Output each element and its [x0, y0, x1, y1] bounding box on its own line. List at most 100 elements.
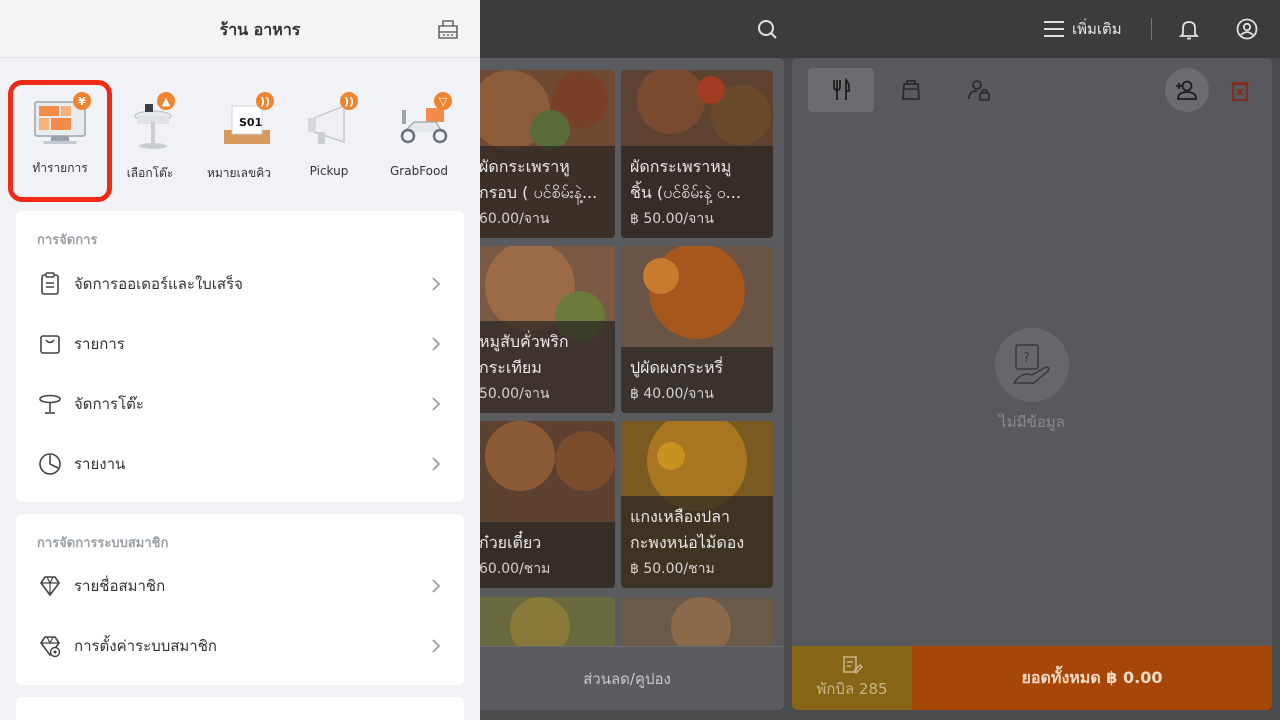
item-name: หมูสับคั่วพริก: [479, 332, 569, 351]
account-icon[interactable]: [1236, 18, 1258, 40]
shortcut-label: ทำรายการ: [32, 161, 88, 175]
menu-item-member-settings[interactable]: การตั้งค่าระบบสมาชิก: [16, 616, 464, 676]
more-label: เพิ่มเติม: [1072, 20, 1122, 38]
menu-item-card[interactable]: ก๋วยเตี๋ยว 60.00/ชาม: [470, 421, 615, 588]
shortcut-queue-number[interactable]: S01 )) หมายเลขคิว: [194, 92, 284, 188]
takeaway-bag-icon: [902, 80, 920, 100]
next-section-card: [16, 697, 464, 720]
queue-ticket-icon: S01 )): [204, 92, 274, 152]
menu-item-card[interactable]: ผัดกระเพราหู กรอบ ( ပင်စိမ်းနဲ့... 60.00…: [470, 70, 615, 238]
store-name: ร้าน อาหาร: [219, 20, 301, 39]
pie-chart-icon: [39, 453, 61, 475]
tab-takeaway[interactable]: [878, 68, 944, 112]
tab-member-order[interactable]: [946, 68, 1012, 112]
checkout-total-button[interactable]: ยอดทั้งหมด ฿ 0.00: [912, 646, 1272, 710]
megaphone-icon: )): [294, 92, 364, 152]
item-price: 60.00/จาน: [479, 211, 550, 227]
item-price: ฿ 50.00/ชาม: [630, 561, 715, 577]
divider: [1151, 18, 1152, 40]
shortcut-badge: ▽: [434, 92, 452, 110]
section-title: การจัดการระบบสมาชิก: [37, 536, 169, 551]
empty-state-text: ไม่มีข้อมูล: [999, 413, 1065, 431]
clipboard-icon: [41, 272, 59, 295]
menu-item-label: จัดการออเดอร์และใบเสร็จ: [74, 275, 243, 293]
menu-item-card[interactable]: หมูสับคั่วพริก กระเทียม 50.00/จาน: [470, 246, 615, 413]
menu-item-card[interactable]: ปูผัดผงกระหรี่ ฿ 40.00/จาน: [621, 246, 773, 413]
side-drawer: ร้าน อาหาร ¥ ทำรายการ ▲ เลือกโต๊ะ S01))…: [0, 0, 480, 720]
discount-coupon-button[interactable]: ส่วนลด/คูปอง: [470, 646, 784, 710]
menu-item-card[interactable]: ผัดกระเพราหมู ชิ้น (ပင်စိမ်းနဲ့ ဝ... ฿ 5…: [621, 70, 773, 238]
table-icon: [39, 394, 61, 414]
search-icon[interactable]: [756, 18, 778, 40]
shortcut-badge: ¥: [73, 92, 91, 110]
delivery-scooter-icon: ▽: [384, 92, 454, 152]
shopping-bag-icon: [40, 335, 60, 354]
membership-card: การจัดการระบบสมาชิก รายชื่อสมาชิก การตั้…: [16, 514, 464, 685]
add-user-icon: [1176, 80, 1197, 100]
item-name-2: กะพงหน่อไม้ดอง: [630, 533, 745, 552]
menu-item-label: รายการ: [74, 335, 125, 353]
hold-bill-button[interactable]: พักบิล 285: [792, 646, 912, 710]
receipt-edit-icon: [843, 656, 863, 674]
menu-item-label: รายงาน: [74, 455, 126, 473]
user-lock-icon: [968, 80, 990, 101]
empty-box-hand-icon: ?: [1012, 344, 1050, 384]
section-title: การจัดการ: [37, 233, 98, 248]
trash-icon: [1231, 82, 1249, 101]
item-name: ผัดกระเพราหู: [479, 157, 570, 176]
chevron-right-icon: [432, 397, 441, 411]
item-price: 60.00/ชาม: [479, 561, 551, 577]
shortcut-grabfood[interactable]: ▽ GrabFood: [374, 92, 464, 188]
shortcut-label: Pickup: [309, 164, 349, 178]
item-name-2: กรอบ ( ပင်စိမ်းနဲ့...: [479, 183, 598, 202]
chevron-right-icon: [432, 457, 441, 471]
food-image: [470, 597, 615, 647]
item-price: ฿ 50.00/จาน: [630, 211, 714, 227]
item-price: ฿ 40.00/จาน: [630, 386, 714, 402]
clear-order-button[interactable]: [1228, 78, 1252, 102]
menu-item-label: การตั้งค่าระบบสมาชิก: [74, 637, 217, 655]
bell-icon[interactable]: [1178, 18, 1200, 40]
shortcut-badge: ▲: [157, 92, 175, 110]
menu-item-label: รายชื่อสมาชิก: [74, 577, 166, 595]
item-name: ผัดกระเพราหมู: [630, 157, 732, 176]
food-image: [621, 597, 773, 647]
pos-terminal-icon: ¥: [25, 92, 95, 152]
menu-item-member-list[interactable]: รายชื่อสมาชิก: [16, 556, 464, 616]
menu-item-card[interactable]: [470, 597, 615, 647]
management-card: การจัดการ จัดการออเดอร์และใบเสร็จ รายการ: [16, 211, 464, 502]
tab-dine-in[interactable]: [808, 68, 874, 112]
item-name: ก๋วยเตี๋ยว: [479, 533, 542, 552]
item-name: แกงเหลืองปลา: [630, 507, 730, 526]
menu-item-items[interactable]: รายการ: [16, 314, 464, 374]
menu-panel: ผัดกระเพราหู กรอบ ( ပင်စိမ်းနဲ့... 60.00…: [470, 58, 784, 710]
order-panel: ? ไม่มีข้อมูล พักบิล 285 ยอดทั้งหมด ฿ 0.…: [792, 58, 1272, 710]
shortcut-label: เลือกโต๊ะ: [126, 166, 174, 180]
shortcut-select-table[interactable]: ▲ เลือกโต๊ะ: [105, 92, 195, 188]
add-member-button[interactable]: [1165, 68, 1209, 112]
hamburger-icon: [1044, 21, 1064, 37]
chevron-right-icon: [432, 639, 441, 653]
table-icon: ▲: [115, 92, 185, 152]
utensils-icon: [833, 78, 851, 100]
chevron-right-icon: [432, 277, 441, 291]
item-price: 50.00/จาน: [479, 386, 550, 402]
shortcut-badge: )): [256, 92, 274, 110]
drawer-header: ร้าน อาหาร: [0, 0, 480, 58]
ticket-text: S01: [239, 116, 262, 129]
menu-item-reports[interactable]: รายงาน: [16, 434, 464, 494]
empty-state-illustration: ?: [995, 328, 1069, 402]
item-name-2: กระเทียม: [479, 358, 542, 377]
menu-item-table-management[interactable]: จัดการโต๊ะ: [16, 374, 464, 434]
store-switch-icon[interactable]: [436, 18, 460, 40]
shortcut-pos[interactable]: ¥ ทำรายการ: [8, 80, 112, 202]
diamond-icon: [40, 576, 60, 597]
item-name-2: ชิ้น (ပင်စိမ်းနဲ့ ဝ...: [630, 183, 741, 202]
item-name: ปูผัดผงกระหรี่: [630, 358, 724, 377]
menu-item-orders-receipts[interactable]: จัดการออเดอร์และใบเสร็จ: [16, 254, 464, 314]
svg-text:?: ?: [1023, 351, 1030, 366]
more-menu-button[interactable]: เพิ่มเติม: [1044, 17, 1122, 41]
shortcut-pickup[interactable]: )) Pickup: [284, 92, 374, 188]
menu-item-card[interactable]: [621, 597, 773, 647]
menu-item-card[interactable]: แกงเหลืองปลา กะพงหน่อไม้ดอง ฿ 50.00/ชาม: [621, 421, 773, 588]
